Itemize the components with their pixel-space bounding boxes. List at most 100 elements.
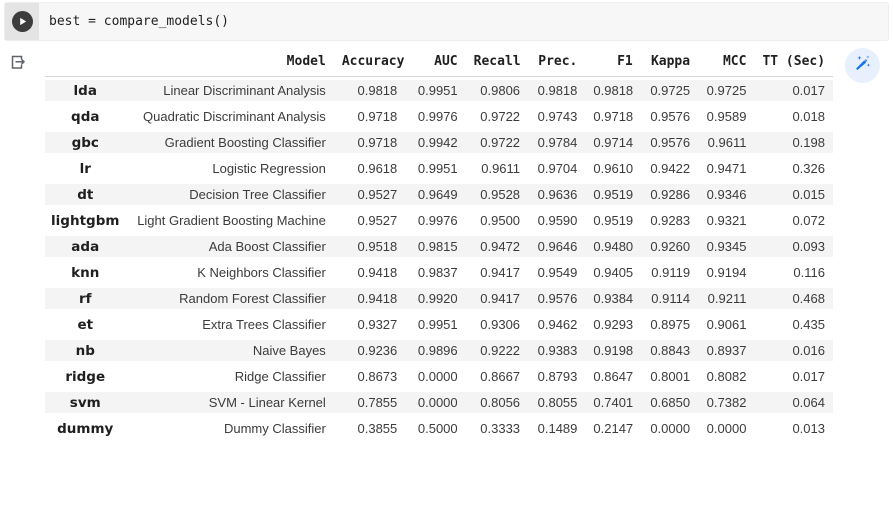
metric-cell: 0.9784 <box>528 129 585 155</box>
metric-cell: 0.9618 <box>334 155 405 181</box>
metric-cell: 0.9405 <box>585 259 640 285</box>
header-cell: MCC <box>698 46 754 77</box>
table-row: rfRandom Forest Classifier0.94180.99200.… <box>45 285 833 311</box>
metric-cell: 0.7401 <box>585 389 640 415</box>
row-index-cell: ada <box>45 233 126 259</box>
output-gutter <box>0 46 45 441</box>
ai-chart-suggest-button[interactable] <box>845 48 880 83</box>
row-index-cell: et <box>45 311 126 337</box>
metric-cell: 0.9896 <box>405 337 465 363</box>
metric-cell: 0.9384 <box>585 285 640 311</box>
model-name-cell: Dummy Classifier <box>126 415 334 441</box>
metric-cell: 0.3333 <box>466 415 528 441</box>
metric-cell: 0.9815 <box>405 233 465 259</box>
table-row: knnK Neighbors Classifier0.94180.98370.9… <box>45 259 833 285</box>
metric-cell: 0.3855 <box>334 415 405 441</box>
metric-cell: 0.9286 <box>641 181 698 207</box>
metric-cell: 0.9527 <box>334 181 405 207</box>
metric-cell: 0.8673 <box>334 363 405 389</box>
metric-cell: 0.9951 <box>405 155 465 181</box>
metric-cell: 0.9293 <box>585 311 640 337</box>
metric-cell: 0.9222 <box>466 337 528 363</box>
metric-cell: 0.9119 <box>641 259 698 285</box>
code-editor-line[interactable]: best = compare_models() <box>39 3 229 40</box>
row-index-cell: lightgbm <box>45 207 126 233</box>
metric-cell: 0.9346 <box>698 181 754 207</box>
metric-cell: 0.9500 <box>466 207 528 233</box>
metric-cell: 0.7855 <box>334 389 405 415</box>
model-name-cell: Logistic Regression <box>126 155 334 181</box>
table-row: gbcGradient Boosting Classifier0.97180.9… <box>45 129 833 155</box>
metric-cell: 0.9920 <box>405 285 465 311</box>
metric-cell: 0.9519 <box>585 181 640 207</box>
model-name-cell: SVM - Linear Kernel <box>126 389 334 415</box>
row-index-cell: rf <box>45 285 126 311</box>
metric-cell: 0.9951 <box>405 77 465 103</box>
metric-cell: 0.9610 <box>585 155 640 181</box>
metric-cell: 0.9418 <box>334 259 405 285</box>
metric-cell: 0.8055 <box>528 389 585 415</box>
metric-cell: 0.013 <box>754 415 833 441</box>
table-row: nbNaive Bayes0.92360.98960.92220.93830.9… <box>45 337 833 363</box>
table-row: adaAda Boost Classifier0.95180.98150.947… <box>45 233 833 259</box>
model-name-cell: Decision Tree Classifier <box>126 181 334 207</box>
metric-cell: 0.8937 <box>698 337 754 363</box>
row-index-cell: qda <box>45 103 126 129</box>
metric-cell: 0.9743 <box>528 103 585 129</box>
metric-cell: 0.9471 <box>698 155 754 181</box>
metric-cell: 0.0000 <box>641 415 698 441</box>
metric-cell: 0.018 <box>754 103 833 129</box>
metric-cell: 0.8843 <box>641 337 698 363</box>
metric-cell: 0.017 <box>754 363 833 389</box>
metric-cell: 0.9283 <box>641 207 698 233</box>
table-row: ridgeRidge Classifier0.86730.00000.86670… <box>45 363 833 389</box>
model-name-cell: Extra Trees Classifier <box>126 311 334 337</box>
metric-cell: 0.9061 <box>698 311 754 337</box>
metric-cell: 0.0000 <box>698 415 754 441</box>
table-row: ldaLinear Discriminant Analysis0.98180.9… <box>45 77 833 103</box>
metric-cell: 0.9418 <box>334 285 405 311</box>
header-cell: Accuracy <box>334 46 405 77</box>
table-row: dtDecision Tree Classifier0.95270.96490.… <box>45 181 833 207</box>
table-row: lightgbmLight Gradient Boosting Machine0… <box>45 207 833 233</box>
metric-cell: 0.9976 <box>405 207 465 233</box>
output-content: ModelAccuracyAUCRecallPrec.F1KappaMCCTT … <box>45 46 893 441</box>
metric-cell: 0.8001 <box>641 363 698 389</box>
metric-cell: 0.9422 <box>641 155 698 181</box>
metric-cell: 0.9528 <box>466 181 528 207</box>
metric-cell: 0.9714 <box>585 129 640 155</box>
metric-cell: 0.9976 <box>405 103 465 129</box>
metric-cell: 0.468 <box>754 285 833 311</box>
model-name-cell: Gradient Boosting Classifier <box>126 129 334 155</box>
run-cell-button[interactable] <box>12 11 33 32</box>
metric-cell: 0.9942 <box>405 129 465 155</box>
metric-cell: 0.9236 <box>334 337 405 363</box>
metric-cell: 0.2147 <box>585 415 640 441</box>
metric-cell: 0.0000 <box>405 363 465 389</box>
metric-cell: 0.9260 <box>641 233 698 259</box>
metric-cell: 0.9576 <box>641 129 698 155</box>
header-cell: Recall <box>466 46 528 77</box>
play-icon <box>17 16 28 27</box>
table-row: lrLogistic Regression0.96180.99510.96110… <box>45 155 833 181</box>
metric-cell: 0.116 <box>754 259 833 285</box>
metric-cell: 0.8647 <box>585 363 640 389</box>
metric-cell: 0.9576 <box>528 285 585 311</box>
metric-cell: 0.0000 <box>405 389 465 415</box>
cell-run-gutter <box>5 3 39 40</box>
metric-cell: 0.9472 <box>466 233 528 259</box>
metric-cell: 0.9646 <box>528 233 585 259</box>
metric-cell: 0.9725 <box>641 77 698 103</box>
code-cell: best = compare_models() <box>4 2 889 41</box>
metric-cell: 0.015 <box>754 181 833 207</box>
cell-output-icon <box>9 58 27 75</box>
metric-cell: 0.9306 <box>466 311 528 337</box>
model-name-cell: Ridge Classifier <box>126 363 334 389</box>
metric-cell: 0.064 <box>754 389 833 415</box>
metric-cell: 0.9722 <box>466 129 528 155</box>
metric-cell: 0.9611 <box>466 155 528 181</box>
metric-cell: 0.9114 <box>641 285 698 311</box>
metric-cell: 0.9527 <box>334 207 405 233</box>
header-cell: F1 <box>585 46 640 77</box>
table-row: qdaQuadratic Discriminant Analysis0.9718… <box>45 103 833 129</box>
